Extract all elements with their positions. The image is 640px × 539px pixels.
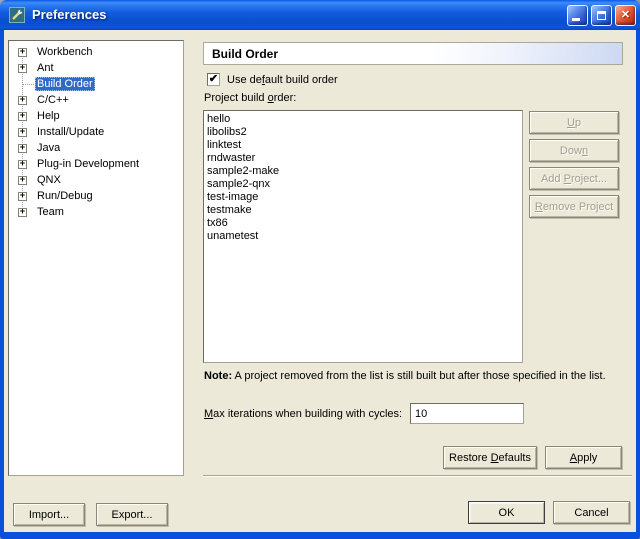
export-button[interactable]: Export... <box>96 503 168 526</box>
tree-item-install-update[interactable]: + Install/Update <box>9 124 183 140</box>
tree-item-qnx[interactable]: + QNX <box>9 172 183 188</box>
use-default-checkbox[interactable]: ✔ <box>207 73 220 86</box>
list-item[interactable]: sample2-make <box>204 165 522 178</box>
list-item[interactable]: linktest <box>204 139 522 152</box>
tree-item-java[interactable]: + Java <box>9 140 183 156</box>
tree-item-team[interactable]: + Team <box>9 204 183 220</box>
list-item[interactable]: hello <box>204 113 522 126</box>
project-build-order-label: Project build order: <box>204 92 296 104</box>
expand-icon[interactable]: + <box>18 112 27 121</box>
import-button[interactable]: Import... <box>13 503 85 526</box>
note-text: Note: A project removed from the list is… <box>204 370 634 382</box>
ok-button[interactable]: OK <box>468 501 545 524</box>
up-button[interactable]: Up <box>529 111 619 134</box>
preferences-tree[interactable]: + Workbench + Ant Build Order + C/C++ + … <box>8 40 184 476</box>
list-item[interactable]: rndwaster <box>204 152 522 165</box>
tree-item-workbench[interactable]: + Workbench <box>9 44 183 60</box>
preferences-wrench-icon <box>9 7 25 23</box>
expand-icon[interactable]: + <box>18 192 27 201</box>
close-icon: ✕ <box>621 10 630 21</box>
expand-icon[interactable]: + <box>18 176 27 185</box>
restore-defaults-button[interactable]: Restore Defaults <box>443 446 537 469</box>
tree-item-ant[interactable]: + Ant <box>9 60 183 76</box>
expand-icon[interactable]: + <box>18 96 27 105</box>
expand-icon[interactable]: + <box>18 64 27 73</box>
list-item[interactable]: tx86 <box>204 217 522 230</box>
project-build-order-list[interactable]: hello libolibs2 linktest rndwaster sampl… <box>203 110 523 363</box>
tree-item-label: Help <box>35 109 62 123</box>
tree-item-c-cpp[interactable]: + C/C++ <box>9 92 183 108</box>
expand-icon[interactable]: + <box>18 144 27 153</box>
add-project-button[interactable]: Add Project... <box>529 167 619 190</box>
tree-item-help[interactable]: + Help <box>9 108 183 124</box>
max-iterations-label: Max iterations when building with cycles… <box>204 408 402 420</box>
tree-item-label: C/C++ <box>35 93 71 107</box>
use-default-build-order-row[interactable]: ✔ Use default build order <box>207 72 338 87</box>
window-title: Preferences <box>32 0 106 30</box>
use-default-label[interactable]: Use default build order <box>227 74 338 86</box>
list-item[interactable]: test-image <box>204 191 522 204</box>
minimize-icon <box>572 18 580 21</box>
expand-icon[interactable]: + <box>18 208 27 217</box>
tree-item-label: Run/Debug <box>35 189 95 203</box>
down-button[interactable]: Down <box>529 139 619 162</box>
preferences-dialog: Preferences ✕ + Workbench + Ant Build Or… <box>0 0 640 539</box>
maximize-button[interactable] <box>591 5 612 26</box>
page-title-header: Build Order <box>203 42 623 65</box>
minimize-button[interactable] <box>567 5 588 26</box>
expand-icon[interactable]: + <box>18 128 27 137</box>
tree-item-label: Team <box>35 205 66 219</box>
close-button[interactable]: ✕ <box>615 5 636 26</box>
tree-item-label: Workbench <box>35 45 94 59</box>
tree-item-label: Ant <box>35 61 56 75</box>
cancel-button[interactable]: Cancel <box>553 501 630 524</box>
apply-button[interactable]: Apply <box>545 446 622 469</box>
list-item[interactable]: libolibs2 <box>204 126 522 139</box>
window-controls: ✕ <box>567 5 636 26</box>
tree-item-build-order[interactable]: Build Order <box>9 76 183 92</box>
tree-item-label: Build Order <box>35 77 95 91</box>
max-iterations-input[interactable] <box>410 403 524 424</box>
tree-item-plug-in-development[interactable]: + Plug-in Development <box>9 156 183 172</box>
tree-item-label: Java <box>35 141 62 155</box>
tree-item-label: Plug-in Development <box>35 157 141 171</box>
separator <box>203 475 632 477</box>
check-icon: ✔ <box>209 73 218 85</box>
list-item[interactable]: testmake <box>204 204 522 217</box>
title-bar[interactable]: Preferences ✕ <box>0 0 640 30</box>
tree-item-label: QNX <box>35 173 63 187</box>
expand-icon[interactable]: + <box>18 160 27 169</box>
remove-project-button[interactable]: Remove Project <box>529 195 619 218</box>
list-item[interactable]: sample2-qnx <box>204 178 522 191</box>
list-item[interactable]: unametest <box>204 230 522 243</box>
tree-item-label: Install/Update <box>35 125 106 139</box>
expand-icon[interactable]: + <box>18 48 27 57</box>
page-title: Build Order <box>212 47 278 61</box>
maximize-icon <box>597 11 606 20</box>
tree-item-run-debug[interactable]: + Run/Debug <box>9 188 183 204</box>
dialog-body: + Workbench + Ant Build Order + C/C++ + … <box>4 30 636 532</box>
